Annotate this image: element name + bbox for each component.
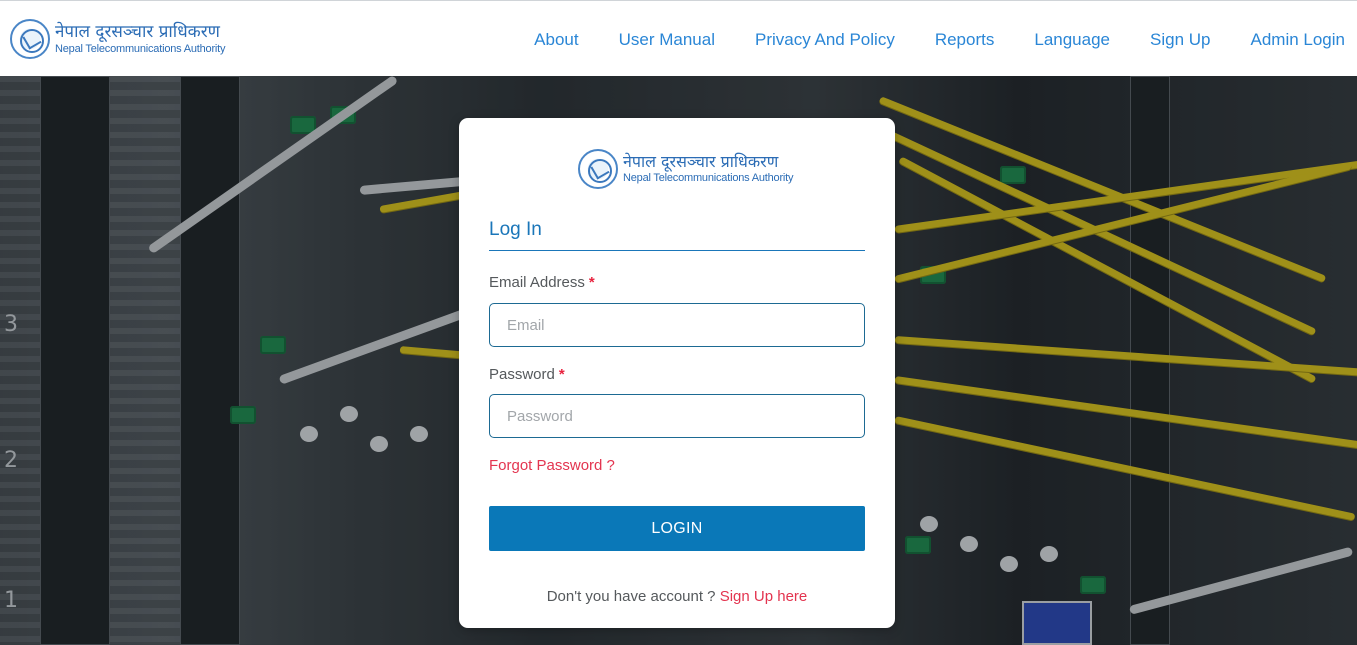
top-navbar: नेपाल दूरसञ्चार प्राधिकरण Nepal Telecomm… (0, 0, 1357, 76)
password-label-text: Password (489, 366, 555, 383)
password-label: Password * (489, 366, 565, 383)
signup-link[interactable]: Sign Up here (720, 588, 808, 605)
login-button[interactable]: LOGIN (489, 506, 865, 551)
nta-emblem-icon (10, 19, 50, 59)
brand-logo[interactable]: नेपाल दूरसञ्चार प्राधिकरण Nepal Telecomm… (10, 19, 226, 59)
card-brand-text: नेपाल दूरसञ्चार प्राधिकरण Nepal Telecomm… (623, 152, 794, 184)
nav-sign-up[interactable]: Sign Up (1150, 30, 1210, 50)
brand-name-nepali: नेपाल दूरसञ्चार प्राधिकरण (55, 21, 220, 42)
nav-admin-login[interactable]: Admin Login (1250, 30, 1345, 50)
card-brand-name-english: Nepal Telecommunications Authority (623, 172, 794, 184)
main-nav: About User Manual Privacy And Policy Rep… (494, 30, 1345, 50)
brand-text: नेपाल दूरसञ्चार प्राधिकरण Nepal Telecomm… (55, 21, 226, 55)
login-title: Log In (489, 219, 542, 240)
card-logo: नेपाल दूरसञ्चार प्राधिकरण Nepal Telecomm… (578, 149, 794, 189)
signup-prompt: Don't you have account ? Sign Up here (459, 588, 895, 605)
brand-name-english: Nepal Telecommunications Authority (55, 42, 226, 55)
card-brand-name-nepali: नेपाल दूरसञ्चार प्राधिकरण (623, 152, 779, 171)
nav-language[interactable]: Language (1034, 30, 1110, 50)
required-mark: * (588, 274, 595, 291)
login-card: नेपाल दूरसञ्चार प्राधिकरण Nepal Telecomm… (459, 118, 895, 628)
email-label: Email Address * (489, 274, 595, 291)
nav-privacy-policy[interactable]: Privacy And Policy (755, 30, 895, 50)
nta-emblem-icon (578, 149, 618, 189)
signup-prompt-text: Don't you have account ? (546, 588, 716, 605)
email-input[interactable] (489, 303, 865, 347)
required-mark: * (558, 366, 565, 383)
forgot-password-link[interactable]: Forgot Password ? (489, 457, 615, 474)
title-divider (489, 250, 865, 251)
password-input[interactable] (489, 394, 865, 438)
nav-about[interactable]: About (534, 30, 578, 50)
email-label-text: Email Address (489, 274, 585, 291)
nav-user-manual[interactable]: User Manual (619, 30, 715, 50)
nav-reports[interactable]: Reports (935, 30, 995, 50)
